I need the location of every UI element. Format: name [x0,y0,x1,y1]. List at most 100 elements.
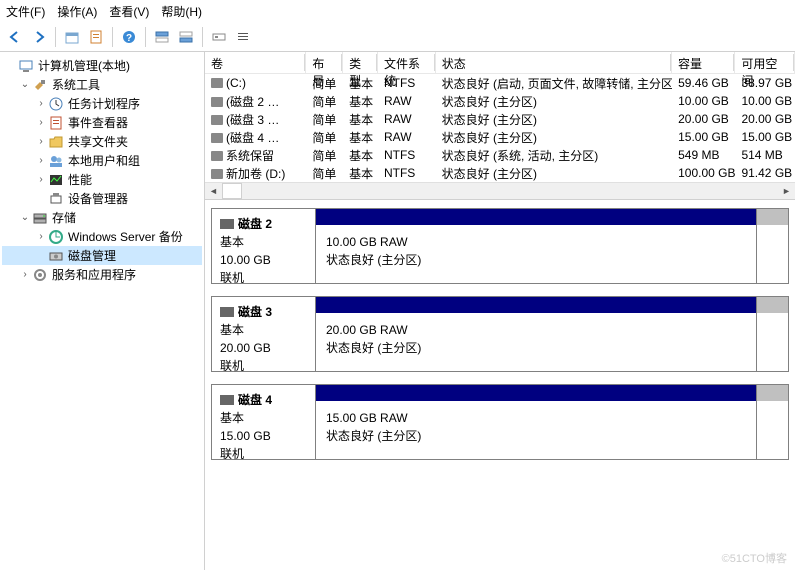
view-top-button[interactable] [151,26,173,48]
properties-button[interactable] [85,26,107,48]
col-layout[interactable]: 布局 [306,52,343,73]
volume-list: 卷 布局 类型 文件系统 状态 容量 可用空间 (C:)简单基本NTFS状态良好… [205,52,795,200]
partition-info: 15.00 GB RAW状态良好 (主分区) [316,401,756,459]
volume-icon [211,115,223,125]
tree-root[interactable]: 计算机管理(本地) [2,56,202,75]
tree-scheduler[interactable]: › 任务计划程序 [2,94,202,113]
col-type[interactable]: 类型 [343,52,378,73]
expand-icon[interactable]: › [34,98,48,109]
storage-icon [32,210,48,226]
forward-button[interactable] [28,26,50,48]
menu-action[interactable]: 操作(A) [57,3,97,20]
disk-info: 磁盘 2基本10.00 GB联机 [212,209,316,283]
tree-root-label: 计算机管理(本地) [38,57,130,74]
col-volume[interactable]: 卷 [205,52,306,73]
disk-icon [48,248,64,264]
tree-pane: 计算机管理(本地) ⌄ 系统工具 › 任务计划程序 › 事件查看器 › 共享文件夹 ›本… [0,52,205,570]
volume-row[interactable]: 新加卷 (D:)简单基本NTFS状态良好 (主分区)100.00 GB91.42… [205,164,795,182]
tree-diskmgmt[interactable]: 磁盘管理 [2,246,202,265]
scroll-thumb[interactable] [222,183,242,199]
disk-icon [220,395,234,405]
computer-icon [18,58,34,74]
view-bottom-button[interactable] [175,26,197,48]
expand-icon[interactable]: › [34,136,48,147]
toolbar: ? [0,22,795,52]
volume-list-header: 卷 布局 类型 文件系统 状态 容量 可用空间 [205,52,795,74]
menu-help[interactable]: 帮助(H) [161,3,202,20]
list-button[interactable] [232,26,254,48]
partition-info: 20.00 GB RAW状态良好 (主分区) [316,313,756,371]
tree-eventvwr-label: 事件查看器 [68,114,128,131]
backup-icon [48,229,64,245]
disk-block[interactable]: 磁盘 2基本10.00 GB联机10.00 GB RAW状态良好 (主分区) [211,208,789,284]
unallocated[interactable] [756,385,788,459]
partition-bar [316,209,756,225]
tree-storage[interactable]: ⌄存储 [2,208,202,227]
device-icon [48,191,64,207]
tree-eventvwr[interactable]: › 事件查看器 [2,113,202,132]
col-capacity[interactable]: 容量 [672,52,735,73]
volume-row[interactable]: 系统保留简单基本NTFS状态良好 (系统, 活动, 主分区)549 MB514 … [205,146,795,164]
right-pane: 卷 布局 类型 文件系统 状态 容量 可用空间 (C:)简单基本NTFS状态良好… [205,52,795,570]
up-button[interactable] [61,26,83,48]
tree-perf-label: 性能 [68,171,92,188]
svg-text:?: ? [126,33,132,44]
volume-icon [211,133,223,143]
scroll-right-icon[interactable]: ► [778,183,795,199]
expand-icon[interactable]: › [34,117,48,128]
volume-icon [211,97,223,107]
tree-scheduler-label: 任务计划程序 [68,95,140,112]
tree-shared-label: 共享文件夹 [68,133,128,150]
volume-row[interactable]: (C:)简单基本NTFS状态良好 (启动, 页面文件, 故障转储, 主分区)59… [205,74,795,92]
horizontal-scrollbar[interactable]: ◄ ► [205,182,795,199]
tree-wsbackup-label: Windows Server 备份 [68,228,183,245]
tree-systools[interactable]: ⌄ 系统工具 [2,75,202,94]
volume-row[interactable]: (磁盘 2 …简单基本RAW状态良好 (主分区)10.00 GB10.00 GB [205,92,795,110]
scroll-left-icon[interactable]: ◄ [205,183,222,199]
tree-systools-label: 系统工具 [52,76,100,93]
unallocated[interactable] [756,297,788,371]
disk-block[interactable]: 磁盘 3基本20.00 GB联机20.00 GB RAW状态良好 (主分区) [211,296,789,372]
tree-devmgr-label: 设备管理器 [68,190,128,207]
tree-shared[interactable]: › 共享文件夹 [2,132,202,151]
watermark: ©51CTO博客 [722,550,787,566]
partition[interactable]: 15.00 GB RAW状态良好 (主分区) [316,385,756,459]
volume-row[interactable]: (磁盘 4 …简单基本RAW状态良好 (主分区)15.00 GB15.00 GB [205,128,795,146]
expand-icon[interactable]: › [18,269,32,280]
services-icon [32,267,48,283]
back-button[interactable] [4,26,26,48]
unallocated[interactable] [756,209,788,283]
collapse-icon[interactable]: ⌄ [18,79,32,90]
partition[interactable]: 20.00 GB RAW状态良好 (主分区) [316,297,756,371]
tree-services[interactable]: ›服务和应用程序 [2,265,202,284]
col-fs[interactable]: 文件系统 [378,52,436,73]
menu-view[interactable]: 查看(V) [109,3,149,20]
help-button[interactable]: ? [118,26,140,48]
menu-file[interactable]: 文件(F) [6,3,45,20]
partition-bar [316,297,756,313]
partition[interactable]: 10.00 GB RAW状态良好 (主分区) [316,209,756,283]
tools-icon [32,77,48,93]
users-icon [48,153,64,169]
tree-devmgr[interactable]: 设备管理器 [2,189,202,208]
event-icon [48,115,64,131]
col-status[interactable]: 状态 [436,52,672,73]
folder-icon [48,134,64,150]
expand-icon[interactable]: › [34,155,48,166]
disk-icon [220,219,234,229]
tree-wsbackup[interactable]: › Windows Server 备份 [2,227,202,246]
tree-perf[interactable]: › 性能 [2,170,202,189]
volume-row[interactable]: (磁盘 3 …简单基本RAW状态良好 (主分区)20.00 GB20.00 GB [205,110,795,128]
disk-graphical-pane: 磁盘 2基本10.00 GB联机10.00 GB RAW状态良好 (主分区)磁盘… [205,200,795,570]
partition-bar [316,385,756,401]
partition-info: 10.00 GB RAW状态良好 (主分区) [316,225,756,283]
tree-users[interactable]: ›本地用户和组 [2,151,202,170]
tree-diskmgmt-label: 磁盘管理 [68,247,116,264]
expand-icon[interactable]: › [34,231,48,242]
expand-icon[interactable]: › [34,174,48,185]
settings-button[interactable] [208,26,230,48]
col-free[interactable]: 可用空间 [735,52,795,73]
disk-block[interactable]: 磁盘 4基本15.00 GB联机15.00 GB RAW状态良好 (主分区) [211,384,789,460]
clock-icon [48,96,64,112]
collapse-icon[interactable]: ⌄ [18,212,32,223]
